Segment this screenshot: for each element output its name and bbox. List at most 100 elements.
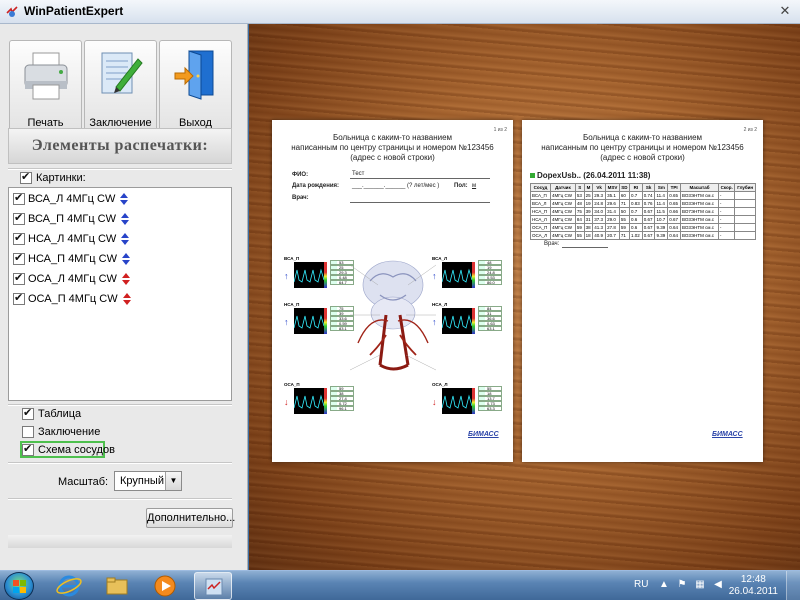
- scheme-checkbox[interactable]: [22, 442, 34, 457]
- panel-values: 59 38 27.4 0.72 96.1: [330, 386, 354, 411]
- conclusion-checkbox[interactable]: [22, 426, 34, 439]
- table-cell: [734, 223, 756, 232]
- language-indicator[interactable]: RU: [634, 579, 648, 590]
- list-item[interactable]: ОСА_Л 4МГц CW: [13, 271, 130, 289]
- table-cell: ВО3ЭНТМ см.с: [680, 231, 719, 240]
- table-cell: -: [717, 223, 736, 232]
- table-cell: [734, 191, 756, 200]
- show-desktop-button[interactable]: [786, 571, 800, 600]
- chevron-down-icon[interactable]: ▼: [165, 472, 181, 490]
- hospital-header: Больница с каким-то названием написанным…: [532, 133, 753, 163]
- clock[interactable]: 12:48 26.04.2011: [729, 574, 778, 598]
- table-cell: 53: [574, 191, 585, 200]
- table-cell: 0.7: [628, 207, 643, 216]
- table-cell: ОСА_П: [530, 223, 551, 232]
- doppler-spectrum: [293, 388, 325, 414]
- pictures-checkbox[interactable]: [20, 170, 32, 185]
- divider: [8, 404, 232, 406]
- doppler-panel: НСА_Л ↑ 84 31 36.6 0.63 63.1: [432, 302, 502, 342]
- exit-button[interactable]: Выход: [159, 40, 232, 136]
- list-item[interactable]: ВСА_П 4МГц CW: [13, 211, 130, 229]
- close-icon[interactable]: ✕: [776, 3, 794, 19]
- sex-label: Пол:: [454, 183, 468, 189]
- media-player-icon[interactable]: [146, 572, 184, 600]
- item-checkbox[interactable]: [13, 211, 25, 226]
- item-checkbox[interactable]: [13, 231, 25, 246]
- panel-value: 86.0: [478, 280, 502, 285]
- scale-select[interactable]: Крупный ▼: [114, 471, 182, 491]
- table-checkbox-row[interactable]: Таблица: [22, 406, 81, 421]
- item-checkbox[interactable]: [13, 291, 25, 306]
- chevron-up-icon[interactable]: ▲: [658, 579, 670, 591]
- item-checkbox[interactable]: [13, 271, 25, 286]
- table-cell: ВО3ЭНТМ см.с: [680, 223, 719, 232]
- print-button[interactable]: Печать: [9, 40, 82, 136]
- preview-page-2[interactable]: 2 из 2 Больница с каким-то названием нап…: [522, 120, 763, 462]
- table-cell: 75: [574, 207, 585, 216]
- table-cell: 9.39: [654, 223, 669, 232]
- conclusion-checkbox-row[interactable]: Заключение: [22, 426, 100, 439]
- start-button[interactable]: [4, 572, 34, 600]
- table-cell: [734, 199, 756, 208]
- results-table: Сосуд Датчик S M Vk MSV SD RI Sk Sm TPI Масштаб Скор…: [530, 183, 756, 240]
- windows-logo-icon: [13, 580, 26, 593]
- table-row: ОСА_Л 4МГц CW 55 18 40.9 20.7 71 1.02 0.67 9.39 0.…: [530, 231, 756, 240]
- panel-values: 53 25 29.3 0.48 64.7: [330, 260, 354, 285]
- internet-explorer-icon[interactable]: [50, 572, 88, 600]
- study-title: DopexUsb.. (26.04.2011 11:38): [530, 171, 650, 180]
- print-options-panel: Печать Заключение Выход Элементы распеча…: [0, 24, 248, 570]
- table-cell: 25: [583, 191, 594, 200]
- bimass-logo: БИМАСС: [712, 431, 743, 438]
- item-checkbox[interactable]: [13, 191, 25, 206]
- table-cell: 60: [618, 191, 630, 200]
- volume-icon[interactable]: ◀: [712, 579, 724, 591]
- doppler-spectrum: [441, 308, 473, 334]
- doppler-panel: ВСА_Л ↑ 48 19 24.8 0.53 86.0: [432, 256, 502, 296]
- explorer-folder-icon[interactable]: [98, 572, 136, 600]
- list-item[interactable]: НСА_Л 4МГц CW: [13, 231, 130, 249]
- vessel-scheme-diagram: [350, 260, 436, 371]
- color-scale: [472, 262, 475, 288]
- panel-value: 63.1: [478, 326, 502, 331]
- color-scale: [324, 388, 327, 414]
- table-cell: 0.65: [667, 199, 682, 208]
- table-body: ВСА_П 4МГц CW 53 25 29.3 35.1 60 0.7 0.74 11.4 0.6…: [530, 191, 756, 240]
- panel-label: ОСА_П: [284, 382, 300, 387]
- clock-date: 26.04.2011: [728, 586, 778, 597]
- table-cell: ВО7ЭНТМ см.с: [680, 207, 719, 216]
- table-cell: 39: [583, 207, 594, 216]
- preview-page-1[interactable]: 1 из 2 Больница с каким-то названием нап…: [272, 120, 513, 462]
- table-cell: 31: [583, 215, 594, 224]
- scheme-checkbox-row[interactable]: Схема сосудов: [22, 442, 115, 457]
- table-checkbox[interactable]: [22, 406, 34, 421]
- dob-label: Дата рождения:: [292, 183, 340, 189]
- table-header-cell: Vk: [592, 183, 607, 192]
- dob-value: ___.______.______ (? лет/мес ): [352, 183, 440, 189]
- table-cell: 11.4: [654, 191, 669, 200]
- pictures-checkbox-row[interactable]: Картинки:: [20, 170, 86, 185]
- list-item[interactable]: ОСА_П 4МГц CW: [13, 291, 131, 309]
- winpatientexpert-taskbar-button[interactable]: [194, 572, 232, 600]
- table-cell: 11.5: [654, 207, 669, 216]
- hospital-header: Больница с каким-то названием написанным…: [282, 133, 503, 163]
- table-cell: 4МГц CW: [549, 231, 576, 240]
- fio-value: Тест: [352, 171, 365, 177]
- table-cell: ВО3ЭНТМ см.с: [680, 215, 719, 224]
- flag-icon[interactable]: ⚑: [676, 579, 688, 591]
- table-cell: -: [717, 207, 736, 216]
- list-item[interactable]: ВСА_Л 4МГц CW: [13, 191, 129, 209]
- panel-value: 64.7: [330, 280, 354, 285]
- doppler-spectrum: [441, 388, 473, 414]
- table-cell: 35.1: [605, 191, 620, 200]
- table-cell: ВСА_Л: [530, 199, 551, 208]
- exit-door-icon: [174, 50, 214, 100]
- item-checkbox[interactable]: [13, 251, 25, 266]
- panel-label: ВСА_Л: [432, 256, 448, 261]
- conclusion-button[interactable]: Заключение: [84, 40, 157, 136]
- list-item[interactable]: НСА_П 4МГц CW: [13, 251, 131, 269]
- item-label: НСА_П 4МГц CW: [28, 253, 117, 266]
- table-cell: 19: [583, 199, 594, 208]
- scheme-label: Схема сосудов: [38, 444, 115, 457]
- more-options-button[interactable]: Дополнительно...: [146, 508, 235, 528]
- network-icon[interactable]: ▦: [694, 579, 706, 591]
